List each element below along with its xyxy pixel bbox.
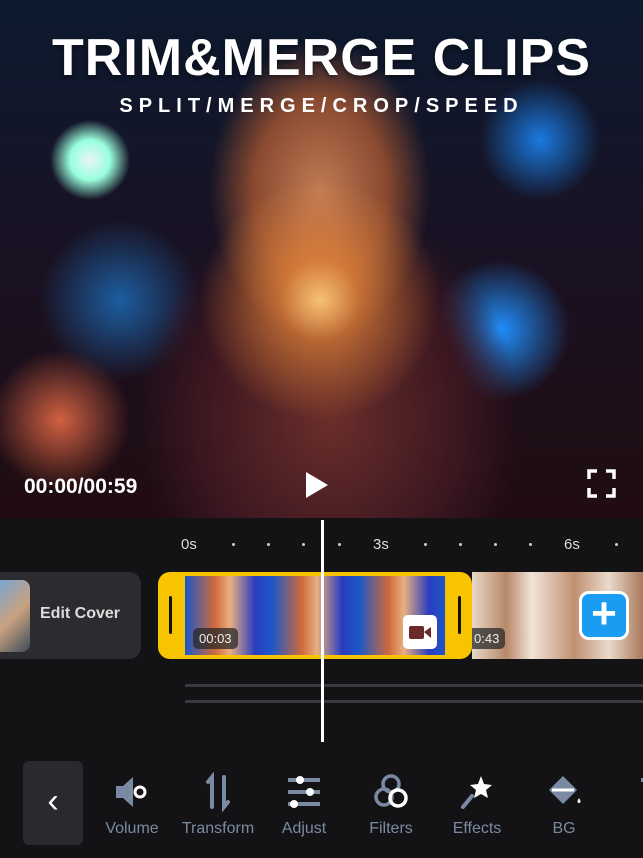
- tool-volume[interactable]: Volume: [89, 772, 175, 838]
- tool-label: Filters: [369, 820, 413, 837]
- cover-thumbnail: [0, 580, 30, 652]
- tool-bg[interactable]: BG: [521, 772, 607, 838]
- tool-adjust[interactable]: Adjust: [261, 772, 347, 838]
- playhead[interactable]: [321, 520, 324, 742]
- ruler-dot: [459, 543, 462, 546]
- edit-cover-label: Edit Cover: [40, 605, 121, 622]
- edit-cover-button[interactable]: Edit Cover: [0, 572, 141, 659]
- tool-label: Effects: [452, 820, 502, 837]
- trim-handle-right[interactable]: [458, 596, 461, 634]
- ruler-dot: [232, 543, 235, 546]
- magic-wand-icon: [461, 776, 492, 809]
- tool-label: De: [610, 820, 643, 838]
- ruler-dot: [615, 543, 618, 546]
- ruler-tick: 6s: [564, 536, 580, 553]
- ruler-dot: [529, 543, 532, 546]
- volume-icon: [116, 777, 147, 807]
- ruler-dot: [267, 543, 270, 546]
- audio-track[interactable]: [185, 684, 643, 687]
- tool-label: BG: [552, 820, 576, 837]
- ruler-dot: [494, 543, 497, 546]
- delete-icon: [641, 778, 643, 808]
- selected-clip[interactable]: 00:03: [158, 572, 472, 659]
- text-track[interactable]: [185, 700, 643, 703]
- tool-transform[interactable]: Transform: [175, 772, 261, 838]
- ruler-tick: 3s: [373, 536, 389, 553]
- add-clip-button[interactable]: +: [579, 591, 629, 640]
- ruler-tick: 0s: [181, 536, 197, 553]
- trim-handle-left[interactable]: [169, 596, 172, 634]
- ruler-dot: [302, 543, 305, 546]
- tool-label: Adjust: [281, 820, 327, 837]
- paint-bucket-icon: [549, 776, 581, 804]
- next-clip-duration: 0:43: [468, 628, 506, 649]
- ruler-dot: [338, 543, 341, 546]
- fullscreen-icon[interactable]: [587, 469, 616, 498]
- tool-label: Volume: [105, 820, 159, 837]
- back-button[interactable]: ‹: [23, 761, 83, 845]
- tool-label: Transform: [181, 820, 255, 837]
- video-camera-icon: [403, 615, 437, 649]
- filters-icon: [374, 774, 408, 808]
- playback-time: 00:00/00:59: [24, 475, 138, 498]
- banner-title: TRIM&MERGE CLIPS: [52, 29, 591, 87]
- sliders-icon: [288, 776, 320, 808]
- tool-delete[interactable]: De: [610, 772, 643, 838]
- transform-icon: [206, 772, 230, 812]
- play-icon[interactable]: [306, 472, 328, 498]
- clip-duration: 00:03: [193, 628, 238, 649]
- tool-effects[interactable]: Effects: [434, 772, 520, 838]
- banner-subtitle: SPLIT/MERGE/CROP/SPEED: [119, 95, 524, 117]
- ruler-dot: [424, 543, 427, 546]
- tool-filters[interactable]: Filters: [348, 772, 434, 838]
- video-preview[interactable]: TRIM&MERGE CLIPS SPLIT/MERGE/CROP/SPEED …: [0, 0, 643, 518]
